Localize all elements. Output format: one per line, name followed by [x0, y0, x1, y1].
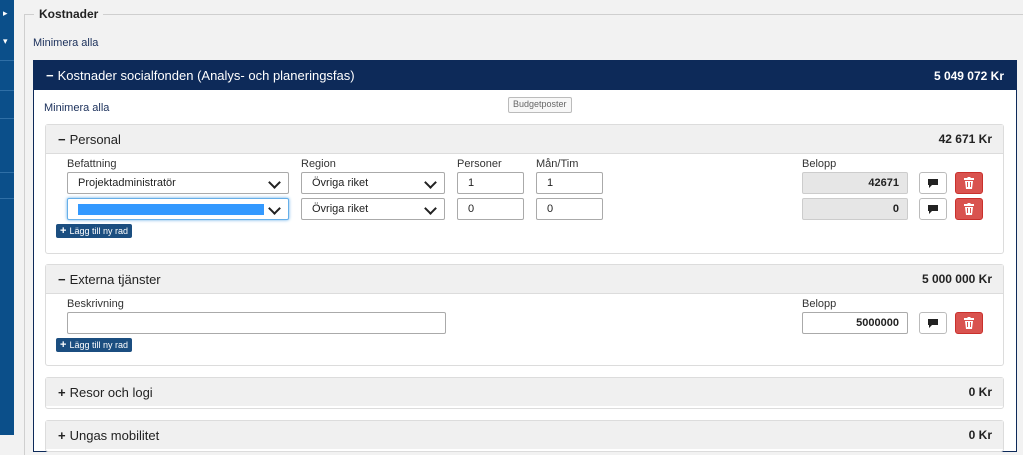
travel-header[interactable]: + Resor och logi 0 Kr	[46, 378, 1003, 406]
panel-total-amount: 5 049 072 Kr	[933, 68, 1004, 83]
trash-icon	[964, 177, 974, 189]
add-row-button[interactable]: + Lägg till ny rad	[56, 224, 132, 238]
personal-title: − Personal	[58, 132, 121, 147]
left-nav-strip: ▸ ▾	[0, 0, 14, 435]
position-select[interactable]	[67, 198, 289, 220]
plus-icon: +	[58, 427, 66, 443]
panel-title-text: Kostnader socialfonden (Analys- och plan…	[57, 68, 355, 83]
external-services-title: − Externa tjänster	[58, 272, 161, 287]
position-select-value: Projektadministratör	[78, 177, 176, 189]
comment-icon	[928, 204, 938, 214]
youth-mobility-header[interactable]: + Ungas mobilitet 0 Kr	[46, 421, 1003, 449]
amount-input[interactable]: 5000000	[802, 312, 908, 334]
nav-divider	[0, 172, 14, 173]
delete-row-button[interactable]	[955, 312, 983, 334]
youth-mobility-amount: 0 Kr	[968, 428, 992, 442]
region-select[interactable]: Övriga riket	[301, 198, 445, 220]
delete-row-button[interactable]	[955, 198, 983, 220]
comment-icon	[928, 318, 938, 328]
delete-row-button[interactable]	[955, 172, 983, 194]
nav-arrow-icon[interactable]: ▸	[3, 9, 8, 18]
column-amount-label: Belopp	[802, 158, 837, 170]
comment-button[interactable]	[919, 312, 947, 334]
nav-arrow-icon[interactable]: ▾	[3, 37, 8, 46]
persons-input[interactable]: 1	[457, 172, 524, 194]
external-services-header[interactable]: − Externa tjänster 5 000 000 Kr	[46, 265, 1003, 294]
travel-title: + Resor och logi	[58, 385, 153, 400]
costs-legend: Kostnader	[34, 7, 104, 21]
minimize-all-link[interactable]: Minimera alla	[33, 37, 98, 49]
youth-mobility-title: + Ungas mobilitet	[58, 428, 159, 443]
description-input[interactable]	[67, 312, 446, 334]
nav-divider	[0, 198, 14, 199]
minus-icon: −	[58, 131, 66, 147]
column-description-label: Beskrivning	[67, 298, 124, 310]
minimize-all-inner-link[interactable]: Minimera alla	[44, 102, 109, 114]
selection-highlight	[78, 204, 264, 215]
add-row-label: Lägg till ny rad	[69, 340, 128, 350]
persons-input[interactable]: 0	[457, 198, 524, 220]
youth-mobility-panel: + Ungas mobilitet 0 Kr	[45, 420, 1004, 452]
social-fund-costs-panel: − Kostnader socialfonden (Analys- och pla…	[33, 60, 1017, 452]
add-row-label: Lägg till ny rad	[69, 226, 128, 236]
amount-readonly: 42671	[802, 172, 908, 194]
travel-amount: 0 Kr	[968, 385, 992, 399]
plus-icon: +	[60, 339, 67, 351]
budget-items-button[interactable]: Budgetposter	[508, 97, 572, 113]
add-row-button[interactable]: + Lägg till ny rad	[56, 338, 132, 352]
column-months-label: Mån/Tim	[536, 158, 579, 170]
trash-icon	[964, 203, 974, 215]
plus-icon: +	[58, 384, 66, 400]
column-amount-label: Belopp	[802, 298, 837, 310]
external-services-amount: 5 000 000 Kr	[921, 272, 992, 286]
travel-title-text: Resor och logi	[69, 384, 153, 400]
nav-divider	[0, 90, 14, 91]
panel-title: − Kostnader socialfonden (Analys- och pla…	[46, 68, 355, 83]
region-select[interactable]: Övriga riket	[301, 172, 445, 194]
comment-icon	[928, 178, 938, 188]
comment-button[interactable]	[919, 198, 947, 220]
position-select[interactable]: Projektadministratör	[67, 172, 289, 194]
personal-header[interactable]: − Personal 42 671 Kr	[46, 125, 1003, 154]
youth-mobility-title-text: Ungas mobilitet	[69, 427, 160, 443]
chevron-down-icon	[268, 176, 281, 189]
personal-amount: 42 671 Kr	[938, 132, 992, 146]
chevron-down-icon	[424, 176, 437, 189]
nav-divider	[0, 60, 14, 61]
months-input[interactable]: 0	[536, 198, 603, 220]
social-fund-costs-header[interactable]: − Kostnader socialfonden (Analys- och pla…	[34, 61, 1016, 90]
chevron-down-icon	[268, 202, 281, 215]
months-input[interactable]: 1	[536, 172, 603, 194]
column-position-label: Befattning	[67, 158, 117, 170]
minus-icon: −	[46, 68, 54, 83]
minus-icon: −	[58, 271, 66, 287]
region-select-value: Övriga riket	[312, 203, 369, 215]
amount-readonly: 0	[802, 198, 908, 220]
chevron-down-icon	[424, 202, 437, 215]
column-persons-label: Personer	[457, 158, 502, 170]
nav-divider	[0, 118, 14, 119]
column-region-label: Region	[301, 158, 336, 170]
plus-icon: +	[60, 225, 67, 237]
personal-title-text: Personal	[69, 131, 121, 147]
external-services-title-text: Externa tjänster	[69, 271, 161, 287]
personal-panel: − Personal 42 671 Kr Befattning Region Pe…	[45, 124, 1004, 254]
external-services-panel: − Externa tjänster 5 000 000 Kr Beskrivni…	[45, 264, 1004, 366]
trash-icon	[964, 317, 974, 329]
region-select-value: Övriga riket	[312, 177, 369, 189]
travel-panel: + Resor och logi 0 Kr	[45, 377, 1004, 409]
comment-button[interactable]	[919, 172, 947, 194]
